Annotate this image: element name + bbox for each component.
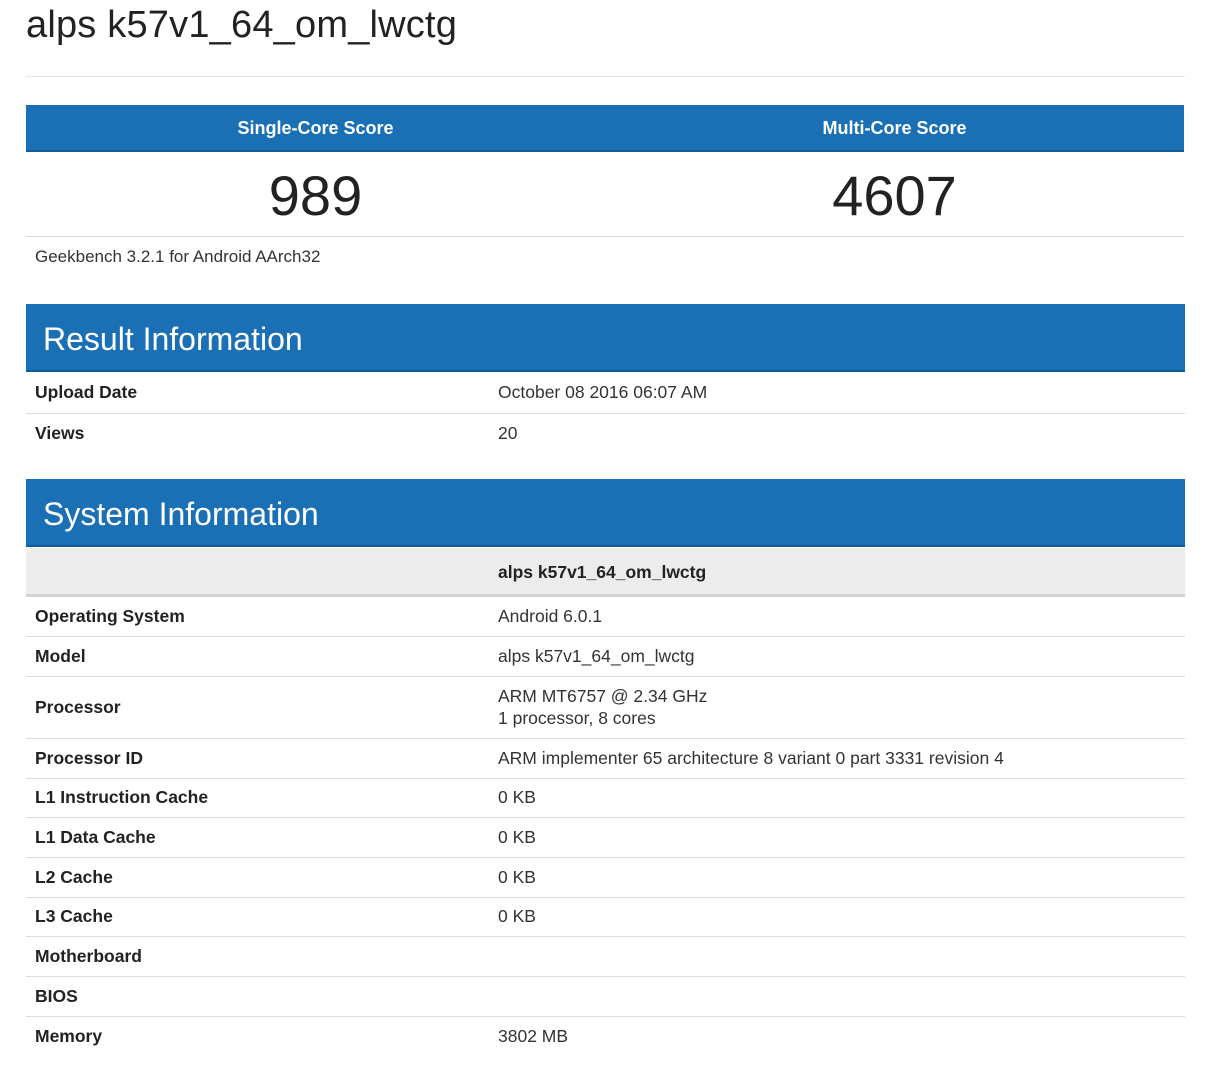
score-header: Single-Core Score Multi-Core Score xyxy=(26,105,1184,152)
table-row: Motherboard xyxy=(26,936,1185,977)
result-information-table: Upload Date October 08 2016 06:07 AM Vie… xyxy=(26,373,1185,453)
l3-cache-label: L3 Cache xyxy=(26,897,498,938)
single-core-score-value: 989 xyxy=(268,164,363,227)
system-information-table: Operating System Android 6.0.1 Model alp… xyxy=(26,597,1185,1056)
table-row: L3 Cache 0 KB xyxy=(26,897,1185,938)
l3-cache-value: 0 KB xyxy=(498,897,1185,938)
table-row: Memory 3802 MB xyxy=(26,1016,1185,1056)
upload-date-value: October 08 2016 06:07 AM xyxy=(498,373,1185,414)
score-values: 989 4607 xyxy=(26,152,1184,237)
l2-cache-label: L2 Cache xyxy=(26,857,498,898)
processor-cores: 1 processor, 8 cores xyxy=(498,708,656,729)
device-column-label: alps k57v1_64_om_lwctg xyxy=(498,562,707,582)
page-title: alps k57v1_64_om_lwctg xyxy=(26,4,458,46)
table-row: Operating System Android 6.0.1 xyxy=(26,597,1185,638)
motherboard-value xyxy=(498,936,1185,977)
memory-label: Memory xyxy=(35,1025,103,1046)
l1-instruction-cache-value: 0 KB xyxy=(498,778,1185,819)
model-label: Model xyxy=(26,636,498,677)
bios-value xyxy=(498,976,1185,1017)
views-label: Views xyxy=(35,422,85,443)
l1-instruction-cache-label: L1 Instruction Cache xyxy=(26,778,498,819)
processor-label: Processor xyxy=(26,676,498,739)
table-row: Processor ID ARM implementer 65 architec… xyxy=(26,738,1185,779)
memory-value: 3802 MB xyxy=(498,1025,569,1046)
operating-system-value: Android 6.0.1 xyxy=(498,597,1185,638)
multi-core-score-label: Multi-Core Score xyxy=(822,118,967,138)
table-row: Processor ARM MT6757 @ 2.34 GHz 1 proces… xyxy=(26,676,1185,739)
result-information-heading: Result Information xyxy=(26,304,1185,372)
title-divider xyxy=(26,76,1185,77)
table-row: Views 20 xyxy=(26,413,1185,453)
model-value: alps k57v1_64_om_lwctg xyxy=(498,636,1185,677)
system-information-heading: System Information xyxy=(26,479,1185,547)
table-row: L1 Data Cache 0 KB xyxy=(26,817,1185,858)
benchmark-version: Geekbench 3.2.1 for Android AArch32 xyxy=(35,247,321,266)
l2-cache-value: 0 KB xyxy=(498,857,1185,898)
multi-core-score-value: 4607 xyxy=(832,164,957,227)
upload-date-label: Upload Date xyxy=(26,373,498,414)
views-value: 20 xyxy=(498,422,518,443)
table-row: L1 Instruction Cache 0 KB xyxy=(26,778,1185,819)
table-row: L2 Cache 0 KB xyxy=(26,857,1185,898)
processor-model: ARM MT6757 @ 2.34 GHz xyxy=(498,686,708,707)
l1-data-cache-value: 0 KB xyxy=(498,817,1185,858)
single-core-score-label: Single-Core Score xyxy=(237,118,394,138)
l1-data-cache-label: L1 Data Cache xyxy=(26,817,498,858)
table-row: BIOS xyxy=(26,976,1185,1017)
motherboard-label: Motherboard xyxy=(26,936,498,977)
processor-value: ARM MT6757 @ 2.34 GHz 1 processor, 8 cor… xyxy=(498,676,1185,739)
operating-system-label: Operating System xyxy=(26,597,498,638)
system-device-header: alps k57v1_64_om_lwctg xyxy=(26,548,1185,597)
processor-id-label: Processor ID xyxy=(26,738,498,779)
table-row: Upload Date October 08 2016 06:07 AM xyxy=(26,373,1185,414)
score-panel: Single-Core Score Multi-Core Score 989 4… xyxy=(26,105,1184,237)
table-row: Model alps k57v1_64_om_lwctg xyxy=(26,636,1185,677)
bios-label: BIOS xyxy=(26,976,498,1017)
processor-id-value: ARM implementer 65 architecture 8 varian… xyxy=(498,738,1185,779)
